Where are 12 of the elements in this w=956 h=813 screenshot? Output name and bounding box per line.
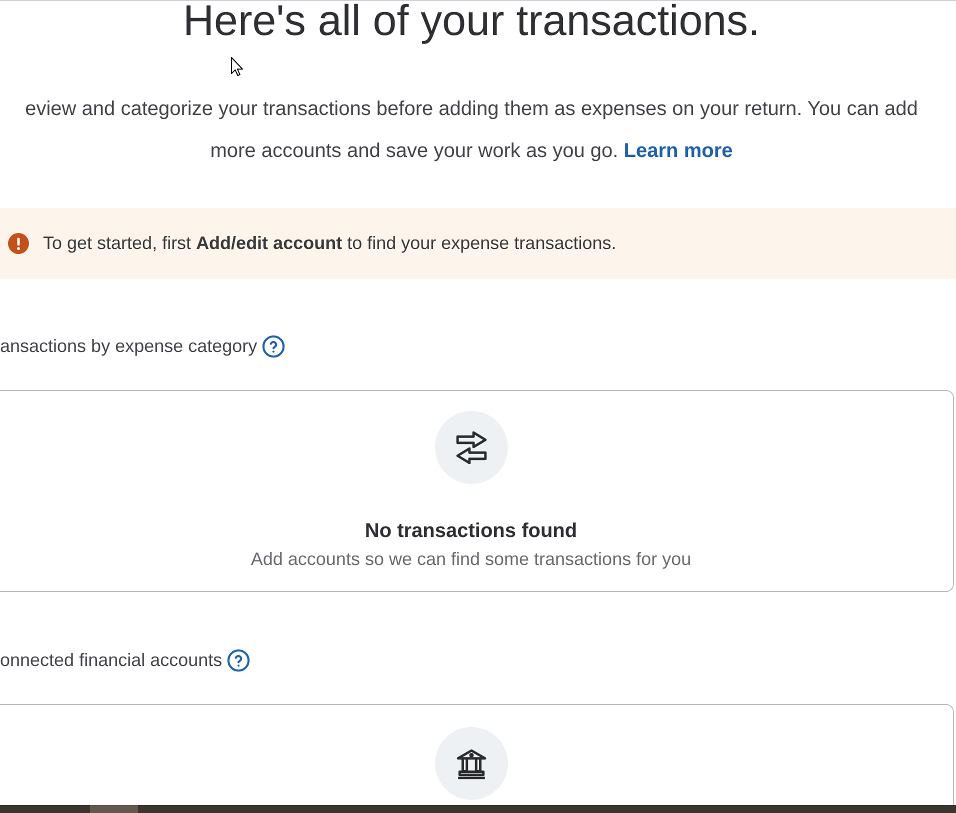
empty-description: Add accounts so we can find some transactions for you bbox=[250, 548, 692, 572]
transfer-arrows-icon bbox=[456, 431, 486, 464]
section-heading: onnected financial accounts bbox=[0, 648, 222, 672]
notice-text: To get started, first Add/edit account to find your expense transactions. bbox=[43, 232, 616, 256]
help-icon[interactable] bbox=[227, 648, 250, 672]
mouse-cursor-icon bbox=[231, 57, 243, 76]
empty-title: No transactions found bbox=[364, 519, 578, 544]
learn-more-link[interactable]: Learn more bbox=[624, 140, 733, 162]
help-icon[interactable] bbox=[262, 334, 286, 358]
intro-text: eview and categorize your transactions before adding them as expenses on your return. You can add more accounts and save your work as you go. Learn more bbox=[25, 97, 918, 164]
section-heading: ansactions by expense category bbox=[0, 334, 258, 358]
bank-icon bbox=[454, 747, 488, 780]
